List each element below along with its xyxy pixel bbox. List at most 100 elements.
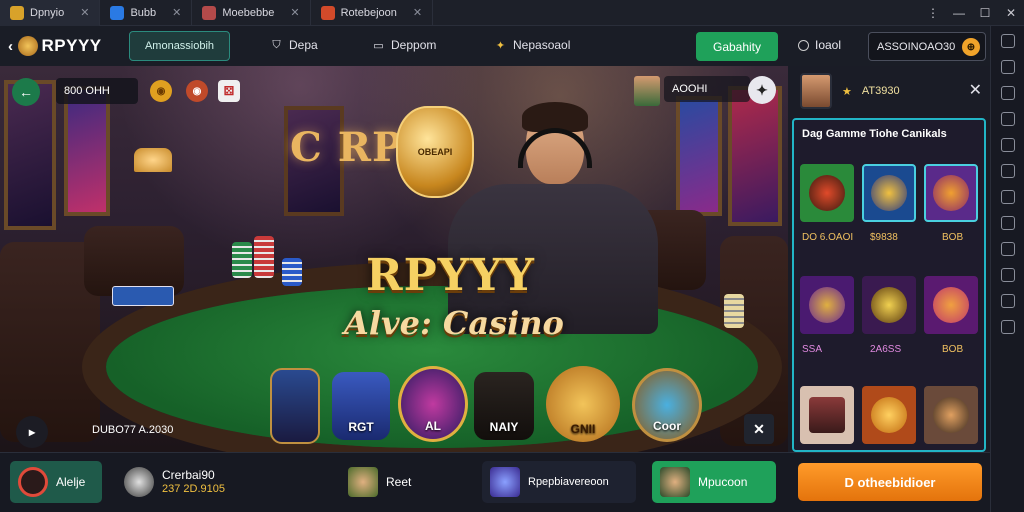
settings-icon[interactable]: ✦ bbox=[748, 76, 776, 104]
browser-tab-4[interactable]: Rotebejoon ✕ bbox=[311, 0, 434, 26]
avatar-icon bbox=[348, 467, 378, 497]
rail-square-icon[interactable] bbox=[1000, 164, 1015, 178]
game-tile[interactable] bbox=[800, 386, 854, 444]
chip-stack bbox=[724, 294, 744, 328]
rail-square-icon[interactable] bbox=[1000, 294, 1015, 308]
bottom-label: Mpucoon bbox=[698, 475, 748, 489]
shield-icon: ⛉ bbox=[272, 38, 281, 51]
rail-square-icon[interactable] bbox=[1000, 86, 1015, 100]
bottom-button-1[interactable]: Alelje bbox=[10, 461, 102, 503]
game-tile[interactable] bbox=[862, 386, 916, 444]
game-badge-4[interactable]: NAIY bbox=[474, 372, 534, 440]
chip-icon[interactable]: ◉ bbox=[186, 80, 208, 102]
game-tile[interactable] bbox=[862, 276, 916, 334]
avatar[interactable] bbox=[800, 73, 832, 109]
nav-pill-button[interactable]: Amonassiobih bbox=[129, 31, 230, 61]
bottom-user-info: Crerbai90 237 2D.9105 bbox=[162, 468, 225, 496]
game-tile[interactable] bbox=[800, 164, 854, 222]
game-badge-3[interactable]: AL bbox=[398, 366, 468, 442]
login-link[interactable]: Ioaol bbox=[798, 38, 841, 52]
game-tile[interactable] bbox=[862, 164, 916, 222]
game-badge-1[interactable] bbox=[270, 368, 320, 444]
top-left-info: 800 OHH bbox=[56, 78, 138, 104]
tile-label: DO 6.OAOI bbox=[802, 232, 854, 243]
cta-button[interactable]: D otheebidioer bbox=[798, 463, 982, 501]
browser-tab-2[interactable]: Bubb ✕ bbox=[100, 0, 193, 26]
dice-icon[interactable]: ⚄ bbox=[218, 80, 240, 102]
wall-lamp bbox=[134, 148, 172, 172]
card-deck bbox=[112, 286, 174, 306]
play-icon[interactable]: ▸ bbox=[16, 416, 48, 448]
right-rail bbox=[990, 26, 1024, 512]
close-tab-icon[interactable]: ✕ bbox=[172, 6, 181, 19]
game-badge-6[interactable]: Coor bbox=[632, 368, 702, 442]
bottom-button-4[interactable]: Rpepbiavereoon bbox=[482, 461, 636, 503]
nav-action-button[interactable]: Gabahity bbox=[696, 32, 778, 61]
rail-square-icon[interactable] bbox=[1000, 112, 1015, 126]
tile-art bbox=[871, 175, 907, 211]
avatar bbox=[124, 467, 154, 497]
bottom-user-sub: 237 2D.9105 bbox=[162, 483, 225, 495]
wall-painting bbox=[64, 86, 110, 216]
back-button[interactable]: ← bbox=[12, 78, 40, 106]
game-tile[interactable] bbox=[924, 164, 978, 222]
tile-label: 2A6SS bbox=[870, 344, 902, 355]
rail-square-icon[interactable] bbox=[1000, 34, 1015, 48]
nav-link-1[interactable]: ⛉ Depa bbox=[270, 38, 318, 52]
circle-icon bbox=[798, 39, 809, 51]
game-badge-2[interactable]: RGT bbox=[332, 372, 390, 440]
close-window-icon[interactable]: ✕ bbox=[998, 0, 1024, 26]
browser-tab-1[interactable]: Dpnyio ✕ bbox=[0, 0, 101, 26]
game-badge-label: Coor bbox=[653, 419, 681, 433]
grid-title: Dag Gamme Tiohe Canikals bbox=[802, 128, 947, 140]
app-icon bbox=[320, 5, 335, 20]
nav-link-label: Nepasoaol bbox=[513, 38, 571, 52]
browser-tab-3[interactable]: Moebebbe ✕ bbox=[192, 0, 311, 26]
minimize-icon[interactable]: — bbox=[946, 0, 972, 26]
game-tile[interactable] bbox=[800, 276, 854, 334]
rail-square-icon[interactable] bbox=[1000, 60, 1015, 74]
nav-link-2[interactable]: ▭ Deppom bbox=[372, 38, 436, 52]
top-left-label: 800 OHH bbox=[64, 85, 110, 97]
menu-dots-icon[interactable]: ⋮ bbox=[920, 0, 946, 26]
game-badge-label: GNII bbox=[570, 422, 596, 436]
target-icon bbox=[18, 467, 48, 497]
title-bar: Dpnyio ✕ Bubb ✕ Moebebbe ✕ Rotebejoon ✕ … bbox=[0, 0, 1024, 26]
rail-square-icon[interactable] bbox=[1000, 138, 1015, 152]
game-badge-5[interactable]: GNII bbox=[546, 366, 620, 442]
back-chevron-icon[interactable]: ‹ bbox=[8, 38, 14, 55]
brand-title: RPYYY bbox=[366, 250, 535, 301]
sparkle-icon: ✦ bbox=[495, 39, 506, 52]
bottom-user[interactable]: Crerbai90 237 2D.9105 bbox=[116, 461, 276, 503]
tile-art bbox=[809, 175, 845, 211]
window-controls: ⋮ — ☐ ✕ bbox=[920, 0, 1024, 26]
close-icon[interactable]: ✕ bbox=[969, 80, 982, 100]
site-logo[interactable]: ‹ RPYYY bbox=[8, 36, 102, 56]
rail-square-icon[interactable] bbox=[1000, 242, 1015, 256]
tab-label: Bubb bbox=[130, 6, 157, 19]
wall-painting bbox=[728, 86, 782, 226]
coin-chip-icon[interactable]: ◉ bbox=[150, 80, 172, 102]
balance-value: ASSOINOAO30 bbox=[877, 40, 956, 53]
close-tab-icon[interactable]: ✕ bbox=[290, 6, 299, 19]
fullscreen-icon[interactable]: ✕ bbox=[744, 414, 774, 444]
maximize-icon[interactable]: ☐ bbox=[972, 0, 998, 26]
rail-square-icon[interactable] bbox=[1000, 268, 1015, 282]
host-avatar bbox=[634, 76, 660, 106]
tab-label: Rotebejoon bbox=[340, 6, 397, 19]
nav-link-label: Depa bbox=[289, 38, 318, 52]
rail-square-icon[interactable] bbox=[1000, 320, 1015, 334]
bottom-button-5[interactable]: Mpucoon bbox=[652, 461, 776, 503]
rail-square-icon[interactable] bbox=[1000, 190, 1015, 204]
game-tile[interactable] bbox=[924, 276, 978, 334]
close-tab-icon[interactable]: ✕ bbox=[413, 6, 422, 19]
game-tile[interactable] bbox=[924, 386, 978, 444]
tile-art bbox=[809, 287, 845, 323]
chip-stack bbox=[232, 242, 252, 278]
rail-square-icon[interactable] bbox=[1000, 216, 1015, 230]
chip-stack bbox=[254, 236, 274, 278]
bottom-button-3[interactable]: Reet bbox=[340, 461, 430, 503]
nav-link-3[interactable]: ✦ Nepasoaol bbox=[494, 38, 570, 52]
close-tab-icon[interactable]: ✕ bbox=[80, 6, 89, 19]
balance-box[interactable]: ASSOINOAO30 ⊕ bbox=[868, 32, 986, 61]
